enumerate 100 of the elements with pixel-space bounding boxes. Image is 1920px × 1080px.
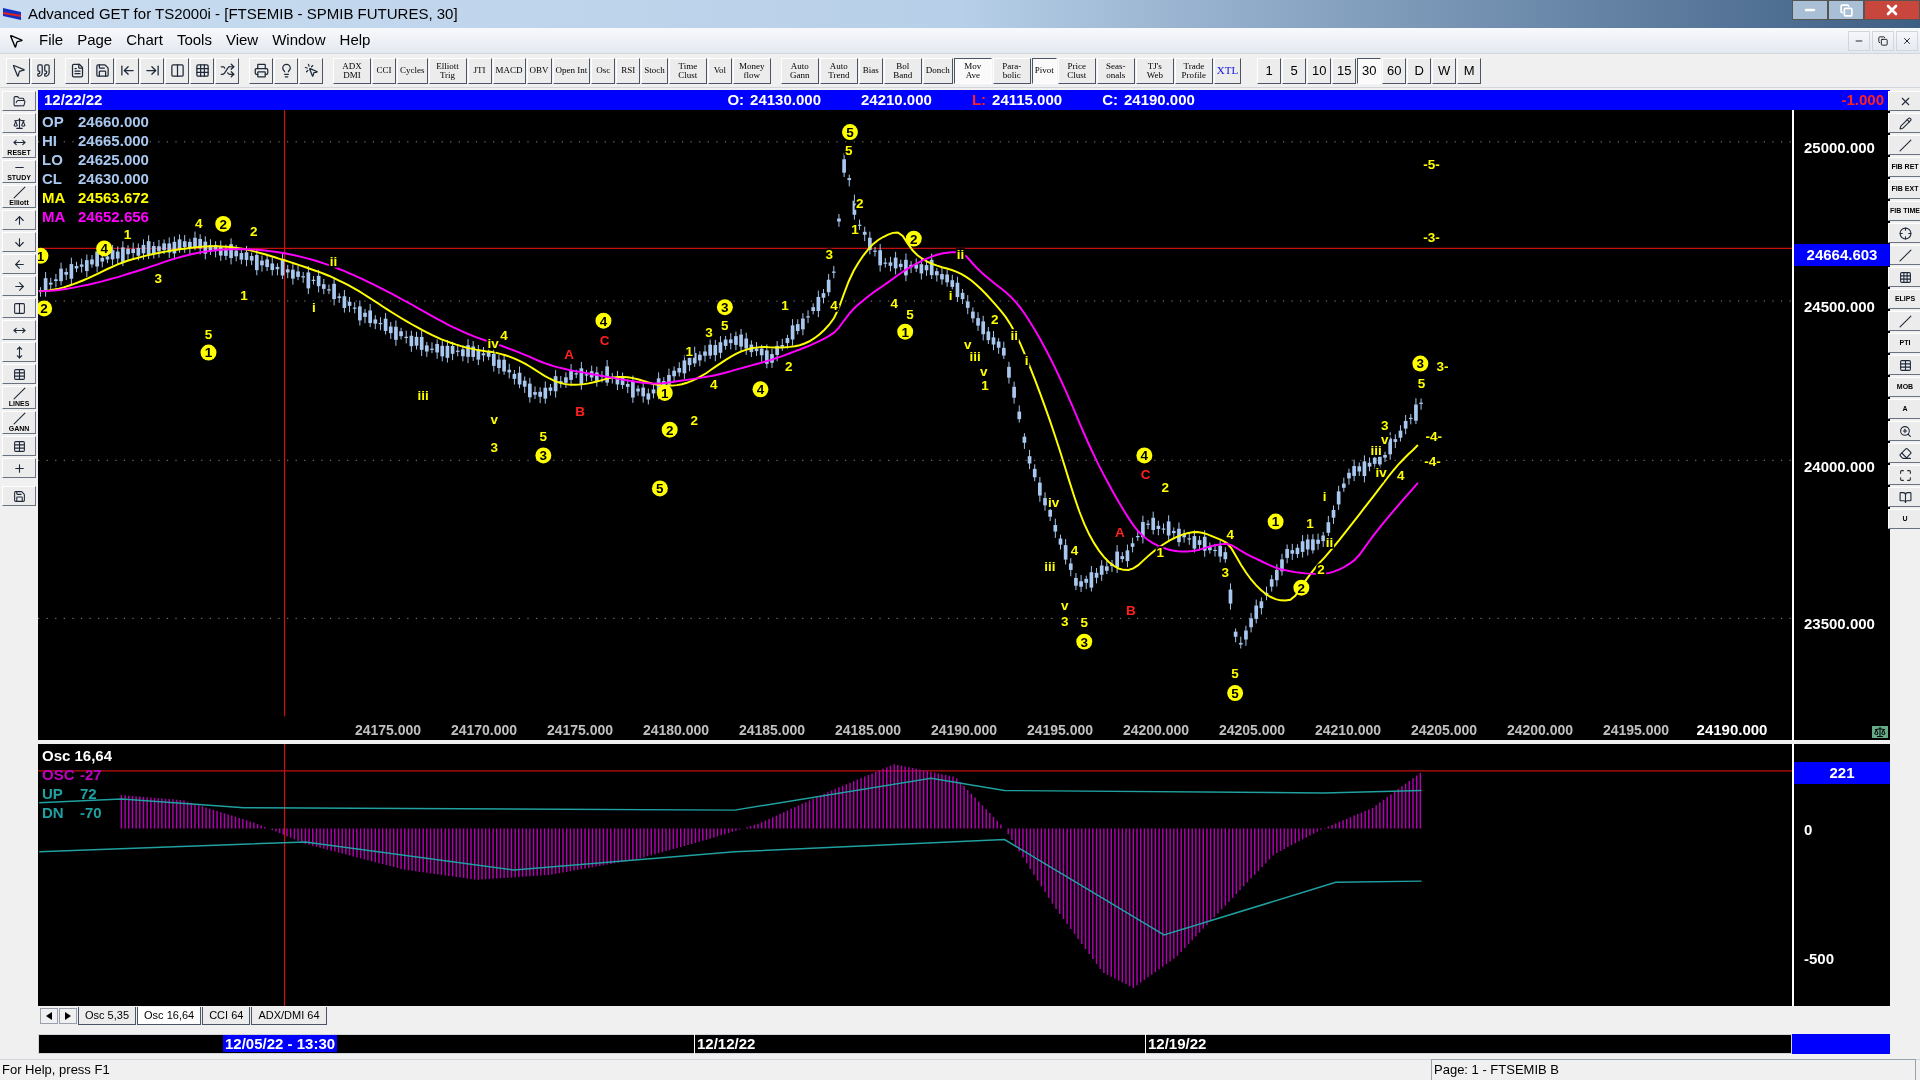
toolbar-button[interactable]: MACD — [492, 57, 526, 84]
bulb-button[interactable] — [274, 57, 298, 84]
arc-icon — [1898, 226, 1912, 240]
toolbar-button[interactable]: JTI — [467, 57, 492, 84]
toolbar-button[interactable]: Seas-onals — [1096, 57, 1135, 84]
maximize-button[interactable] — [1828, 0, 1864, 20]
zoom-button[interactable] — [1888, 421, 1920, 441]
timeframe-button[interactable]: 1 — [1257, 57, 1282, 84]
toolbar-button[interactable]: Donch — [922, 57, 953, 84]
toolbar-button[interactable]: RSI — [616, 57, 641, 84]
toolbar-button[interactable]: Elliott Trig — [428, 57, 467, 84]
toolbar-button[interactable]: Stoch — [641, 57, 668, 84]
toolbar-button[interactable]: Para-bolic — [992, 57, 1031, 84]
tab[interactable]: ADX/DMI 64 — [251, 1007, 327, 1025]
wave-label: iii — [417, 388, 429, 404]
arrow-left-button[interactable] — [2, 254, 36, 274]
close-button[interactable] — [1864, 0, 1920, 20]
tab[interactable]: Osc 16,64 — [137, 1007, 202, 1025]
crosshair-button[interactable] — [2, 458, 36, 478]
menu-item[interactable]: Window — [265, 29, 333, 52]
grid-button[interactable] — [190, 57, 214, 84]
pointer-button[interactable] — [6, 57, 30, 84]
tab[interactable]: Osc 5,35 — [78, 1007, 137, 1025]
wave-label: ii — [329, 253, 338, 269]
columns-button[interactable] — [2, 298, 36, 318]
pencil-button[interactable] — [1888, 113, 1920, 133]
wave-count-marker: 2 — [661, 421, 678, 438]
toolbar-button[interactable]: TJ's Web — [1135, 57, 1174, 84]
table-tool-button[interactable] — [1888, 355, 1920, 375]
menu-item[interactable]: Help — [332, 29, 378, 52]
menu-item[interactable]: File — [32, 29, 71, 52]
book-icon — [1898, 490, 1912, 504]
menu-item[interactable]: Tools — [169, 29, 219, 52]
eraser-button[interactable] — [1888, 443, 1920, 463]
arrow-left-button[interactable] — [115, 57, 139, 84]
timeframe-button[interactable]: D — [1407, 57, 1432, 84]
fan-button[interactable] — [1888, 245, 1920, 265]
toolbar-button[interactable]: Money flow — [732, 57, 771, 84]
menu-item[interactable]: View — [218, 29, 266, 52]
print-button[interactable] — [249, 57, 273, 84]
fit-button[interactable] — [1888, 465, 1920, 485]
toolbar-button[interactable]: OBV — [526, 57, 552, 84]
toolbar-button[interactable]: Mov Ave — [953, 57, 992, 84]
tab[interactable]: CCI 64 — [202, 1007, 251, 1025]
columns-button[interactable] — [165, 57, 189, 84]
toolbar-button[interactable]: Bol Band — [883, 57, 922, 84]
arrow-down-button[interactable] — [2, 232, 36, 252]
new-page-button[interactable] — [65, 57, 89, 84]
timeframe-button[interactable]: 30 — [1357, 57, 1382, 84]
scroll-right-button[interactable] — [59, 1008, 77, 1024]
menu-item[interactable]: Chart — [119, 29, 170, 52]
toolbar-button[interactable]: Price Clust — [1057, 57, 1096, 84]
timeframe-button[interactable]: W — [1432, 57, 1457, 84]
toolbar-button[interactable]: Time Clust — [668, 57, 707, 84]
toolbar-button[interactable]: Cycles — [397, 57, 428, 84]
toolbar-button[interactable]: Auto Gann — [780, 57, 819, 84]
shuffle-button[interactable] — [215, 57, 239, 84]
toolbar-button[interactable]: Trade Profile — [1174, 57, 1213, 84]
bars-button[interactable] — [2, 436, 36, 456]
timeframe-button[interactable]: M — [1457, 57, 1482, 84]
timeframe-button[interactable]: 15 — [1332, 57, 1357, 84]
scroll-left-button[interactable] — [40, 1008, 58, 1024]
timeframe-button[interactable]: 10 — [1307, 57, 1332, 84]
spread-button[interactable] — [2, 320, 36, 340]
arrow-right-button[interactable] — [2, 276, 36, 296]
wave-label: i — [948, 287, 953, 303]
table-button[interactable] — [2, 364, 36, 384]
legend-entry: UP 72 — [42, 784, 98, 803]
toolbar-button[interactable]: Bias — [858, 57, 883, 84]
timeframe-button[interactable]: 60 — [1382, 57, 1407, 84]
toolbar-button[interactable]: CCI — [372, 57, 396, 84]
menu-item[interactable]: Page — [70, 29, 120, 52]
toolbar-button[interactable]: Vol — [707, 57, 732, 84]
help-pointer-button[interactable] — [299, 57, 323, 84]
toolbar-button[interactable]: XTL — [1213, 57, 1242, 84]
wave-count-marker: 1 — [656, 385, 673, 401]
arc-button[interactable] — [1888, 223, 1920, 243]
fan-icon — [1898, 248, 1912, 262]
toolbar-button[interactable]: ADX DMI — [333, 57, 371, 84]
close-tool-button[interactable] — [1888, 91, 1920, 111]
toolbar-button[interactable]: Open Int — [552, 57, 591, 84]
open-folder-button[interactable] — [2, 91, 36, 111]
lines-tool-button[interactable] — [1888, 135, 1920, 155]
toolbar-button[interactable]: Auto Trend — [819, 57, 858, 84]
save-button[interactable] — [2, 486, 36, 506]
stretch-button[interactable] — [2, 342, 36, 362]
save-button[interactable] — [90, 57, 114, 84]
toolbar-button[interactable]: Osc — [591, 57, 616, 84]
arrow-up-button[interactable] — [2, 210, 36, 230]
quote-button[interactable] — [31, 57, 55, 84]
wave-label: -4- — [1425, 428, 1443, 444]
grid-tool-button[interactable] — [1888, 267, 1920, 287]
restore-button[interactable] — [1872, 30, 1894, 51]
scale-button[interactable] — [2, 113, 36, 133]
minimize-button[interactable] — [1792, 0, 1828, 20]
arrow-right-button[interactable] — [140, 57, 164, 84]
timeframe-button[interactable]: 5 — [1282, 57, 1307, 84]
book-button[interactable] — [1888, 487, 1920, 507]
channel-button[interactable] — [1888, 311, 1920, 331]
toolbar-button[interactable]: Pivot — [1031, 57, 1057, 84]
